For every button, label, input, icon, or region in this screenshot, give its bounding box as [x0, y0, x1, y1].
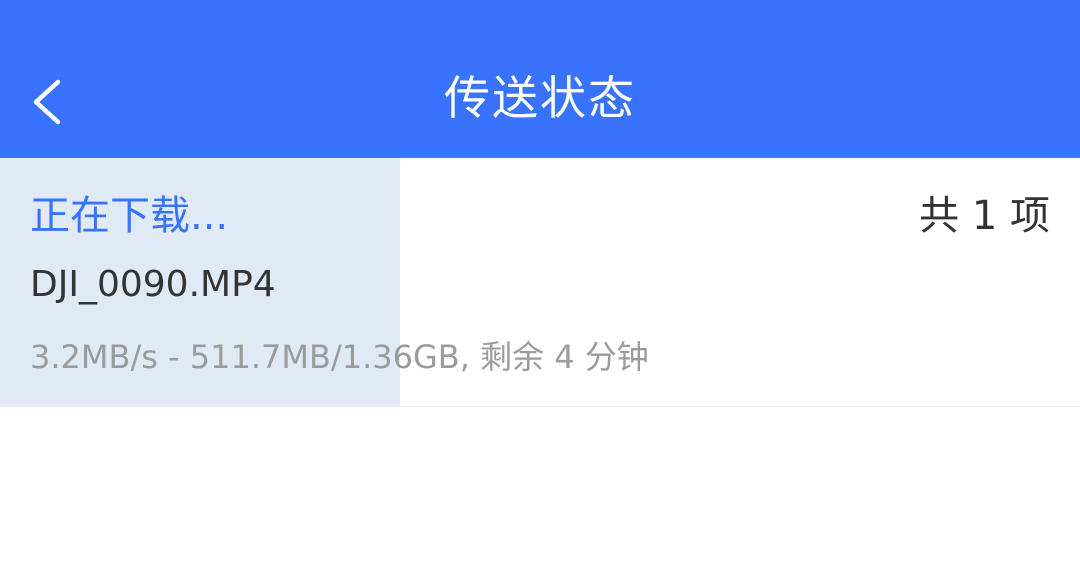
transfer-list-item[interactable]: 正在下载... 共 1 项 DJI_0090.MP4 3.2MB/s - 511… [0, 158, 1080, 407]
file-name: DJI_0090.MP4 [30, 264, 276, 305]
app-header: 传送状态 [0, 0, 1080, 158]
page-title: 传送状态 [444, 71, 636, 125]
item-count: 共 1 项 [919, 193, 1050, 239]
transfer-speed-detail: 3.2MB/s - 511.7MB/1.36GB, 剩余 4 分钟 [30, 338, 649, 376]
download-status: 正在下载... [30, 193, 229, 239]
